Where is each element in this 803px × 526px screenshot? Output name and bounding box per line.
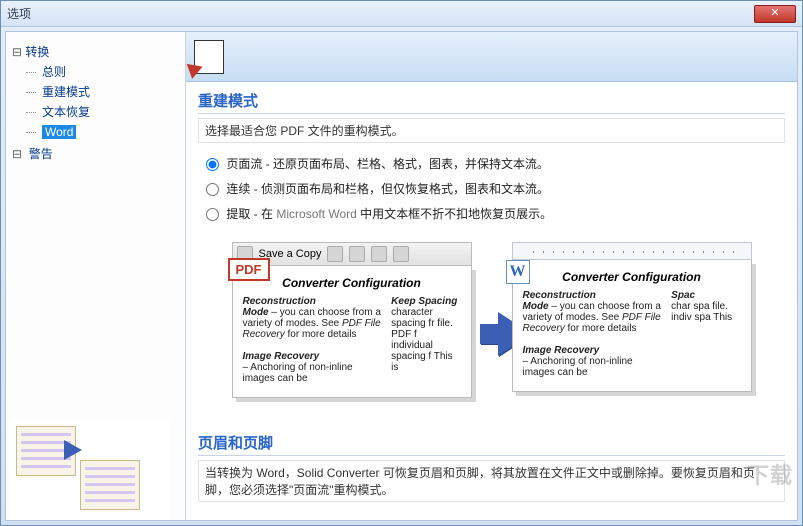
tree-item-general[interactable]: 总则 [12,62,179,82]
options-dialog: 选项 ✕ 转换 总则 重建模式 文本恢复 Word 警告 重建 [0,0,803,526]
tree-item-word[interactable]: Word [12,122,179,142]
radio-flowing-input[interactable] [206,158,219,171]
preview-word-doc: W Converter Configuration Reconstruction… [512,242,752,402]
convert-doc-icon [194,40,224,74]
word-badge: W [506,260,530,284]
radio-continuous-input[interactable] [206,183,219,196]
dialog-body: 转换 总则 重建模式 文本恢复 Word 警告 重建模式 选择最适合您 PDF … [5,31,798,521]
section-rebuild: 重建模式 选择最适合您 PDF 文件的重构模式。 页面流 - 还原页面布局、栏格… [186,82,797,424]
pdf-badge: PDF [228,258,270,281]
section-desc: 选择最适合您 PDF 文件的重构模式。 [198,118,785,143]
print-icon [327,246,343,262]
radio-flowing[interactable]: 页面流 - 还原页面布局、栏格、格式，图表，并保持文本流。 [206,155,777,172]
section2-title: 页眉和页脚 [198,432,785,456]
preview-pdf-doc: PDF Save a Copy Converter Configuration [232,242,472,402]
thumb-word-icon [80,460,140,510]
radio-extract[interactable]: 提取 - 在 Microsoft Word 中用文本框不折不扣地恢复页展示。 [206,205,777,222]
word-ruler [512,242,752,260]
header-bar [186,32,797,82]
radio-continuous[interactable]: 连续 - 侦测页面布局和栏格，但仅恢复格式，图表和文本流。 [206,180,777,197]
word-page: Converter Configuration Reconstruction M… [512,260,752,392]
page-title: Converter Configuration [243,276,461,290]
section-title: 重建模式 [198,90,785,114]
tree-item-text-recovery[interactable]: 文本恢复 [12,102,179,122]
content-pane: 重建模式 选择最适合您 PDF 文件的重构模式。 页面流 - 还原页面布局、栏格… [186,32,797,520]
preview-illustration: PDF Save a Copy Converter Configuration [208,242,775,412]
radio-group-mode: 页面流 - 还原页面布局、栏格、格式，图表，并保持文本流。 连续 - 侦测页面布… [198,155,785,238]
search-icon [371,246,387,262]
mail-icon [349,246,365,262]
arrow-icon [64,440,82,460]
tree-item-rebuild-mode[interactable]: 重建模式 [12,82,179,102]
binoc-icon [393,246,409,262]
close-button[interactable]: ✕ [754,5,796,23]
section-header-footer: 页眉和页脚 当转换为 Word，Solid Converter 可恢复页眉和页脚… [186,424,797,518]
nav-tree: 转换 总则 重建模式 文本恢复 Word 警告 [12,42,179,164]
radio-extract-input[interactable] [206,208,219,221]
pdf-page: Converter Configuration Reconstruction M… [232,266,472,398]
page-title: Converter Configuration [523,270,741,284]
tree-root-warning[interactable]: 警告 [12,144,179,164]
tree-root-convert[interactable]: 转换 [12,42,179,62]
titlebar[interactable]: 选项 ✕ [1,1,802,27]
sidebar: 转换 总则 重建模式 文本恢复 Word 警告 [6,32,186,520]
sidebar-illustration [10,420,170,520]
section2-desc: 当转换为 Word，Solid Converter 可恢复页眉和页脚，将其放置在… [198,460,785,502]
window-title: 选项 [7,5,754,22]
